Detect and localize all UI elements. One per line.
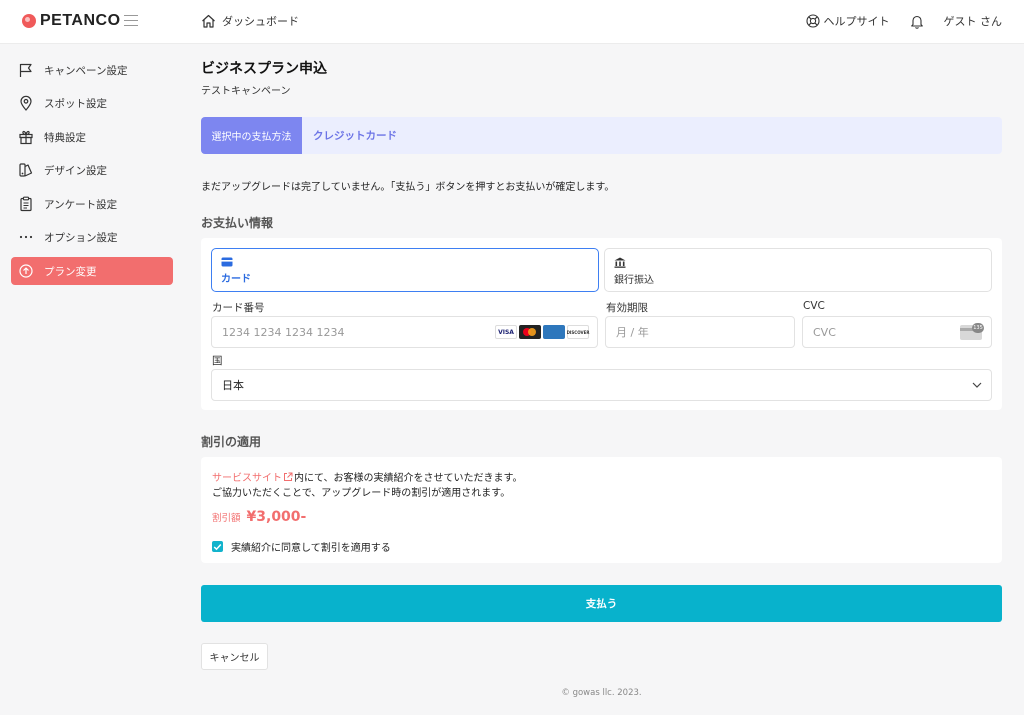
- top-header: PETANCO ダッシュボード ヘルプサイト ゲスト さん: [0, 0, 1024, 44]
- sidebar-item-benefit[interactable]: 特典設定: [11, 123, 173, 151]
- cvc-placeholder: CVC: [813, 325, 836, 339]
- sidebar-item-label: 特典設定: [44, 131, 86, 144]
- help-site-link[interactable]: ヘルプサイト: [805, 13, 890, 29]
- sidebar-item-option[interactable]: オプション設定: [11, 223, 173, 251]
- cvc-badge: 135: [972, 323, 984, 333]
- checkmark-icon: [213, 543, 222, 550]
- help-site-label: ヘルプサイト: [823, 15, 890, 28]
- consent-label: 実績紹介に同意して割引を適用する: [231, 543, 391, 554]
- tab-card-label: カード: [221, 274, 251, 285]
- map-pin-icon: [20, 95, 32, 111]
- sidebar-item-design[interactable]: デザイン設定: [11, 156, 173, 184]
- gift-icon: [19, 130, 33, 145]
- home-icon: [202, 14, 215, 28]
- user-menu[interactable]: ゲスト さん: [944, 13, 1003, 29]
- arrow-up-circle-icon: [19, 264, 33, 278]
- discount-amount: 割引額 ¥3,000-: [212, 509, 306, 525]
- expiry-placeholder: 月 / 年: [616, 326, 649, 339]
- tab-card[interactable]: カード: [211, 248, 599, 292]
- page-subtitle: テストキャンペーン: [201, 86, 291, 97]
- sidebar-item-label: デザイン設定: [44, 164, 107, 177]
- payment-info-title: お支払い情報: [201, 216, 274, 230]
- lifebuoy-icon: [805, 14, 820, 28]
- discount-title: 割引の適用: [201, 435, 262, 449]
- discount-amount-value: ¥3,000-: [246, 509, 307, 525]
- expiry-input[interactable]: 月 / 年: [605, 316, 795, 348]
- card-number-placeholder: 1234 1234 1234 1234: [222, 325, 345, 339]
- flag-icon: [19, 63, 32, 77]
- payment-method-value: クレジットカード: [313, 130, 397, 142]
- card-number-input[interactable]: 1234 1234 1234 1234 VISA DISCOVER: [211, 316, 598, 348]
- logo[interactable]: PETANCO: [22, 12, 121, 30]
- credit-card-icon: [221, 257, 233, 267]
- sidebar-item-label: プラン変更: [44, 265, 97, 278]
- upgrade-notice: まだアップグレードは完了していません。「支払う」ボタンを押すとお支払いが確定しま…: [201, 182, 615, 193]
- expiry-label: 有効期限: [606, 302, 648, 314]
- sidebar-item-label: スポット設定: [44, 97, 107, 110]
- tab-bank-label: 銀行振込: [614, 275, 654, 286]
- discount-amount-label: 割引額: [212, 513, 241, 524]
- cvc-label: CVC: [803, 300, 825, 312]
- sidebar: キャンペーン設定 スポット設定 特典設定 デザイン設定 アンケート設定 オプショ…: [0, 45, 184, 715]
- bank-icon: [614, 257, 626, 268]
- clipboard-icon: [20, 196, 32, 212]
- sidebar-item-plan-change[interactable]: プラン変更: [11, 257, 173, 285]
- payment-method-label: 選択中の支払方法: [201, 117, 302, 154]
- palette-icon: [19, 163, 33, 177]
- bell-icon[interactable]: [910, 14, 924, 29]
- sidebar-item-label: キャンペーン設定: [44, 64, 128, 77]
- mastercard-logo-icon: [519, 325, 541, 339]
- breadcrumb-dashboard: ダッシュボード: [222, 15, 299, 28]
- external-link-icon: [284, 472, 293, 481]
- card-number-label: カード番号: [212, 302, 265, 314]
- discount-line-1: サービスサイト 内にて、お客様の実績紹介をさせていただきます。: [212, 469, 523, 484]
- pay-button[interactable]: 支払う: [201, 585, 1002, 622]
- more-dots-icon: [19, 235, 33, 239]
- logo-text: PETANCO: [40, 12, 121, 29]
- footer-copyright: © gowas llc. 2023.: [561, 688, 642, 698]
- selected-payment-method: 選択中の支払方法 クレジットカード: [201, 117, 1002, 154]
- discount-card: サービスサイト 内にて、お客様の実績紹介をさせていただきます。 ご協力いただくこ…: [201, 457, 1002, 563]
- country-select[interactable]: 日本: [211, 369, 992, 401]
- sidebar-item-campaign[interactable]: キャンペーン設定: [11, 56, 173, 84]
- hamburger-menu-icon[interactable]: [124, 15, 138, 27]
- service-site-link[interactable]: サービスサイト: [212, 469, 282, 484]
- sidebar-item-survey[interactable]: アンケート設定: [11, 190, 173, 218]
- sidebar-item-spot[interactable]: スポット設定: [11, 89, 173, 117]
- breadcrumb[interactable]: ダッシュボード: [201, 13, 299, 29]
- consent-checkbox[interactable]: [212, 541, 223, 552]
- tab-bank-transfer[interactable]: 銀行振込: [604, 248, 992, 292]
- country-value: 日本: [222, 379, 244, 392]
- sidebar-item-label: オプション設定: [44, 231, 118, 244]
- page-title: ビジネスプラン申込: [201, 61, 327, 77]
- visa-logo-icon: VISA: [495, 325, 517, 339]
- discount-line-1-text: 内にて、お客様の実績紹介をさせていただきます。: [294, 473, 523, 484]
- discover-logo-icon: DISCOVER: [567, 325, 589, 339]
- cvc-input[interactable]: CVC 135: [802, 316, 992, 348]
- header-right: ヘルプサイト ゲスト さん: [805, 13, 1003, 29]
- payment-info-card: カード 銀行振込 カード番号 1234 1234 1234 1234 VISA …: [201, 238, 1002, 410]
- card-brands: VISA DISCOVER: [495, 325, 589, 339]
- chevron-down-icon: [972, 382, 982, 388]
- logo-mark-icon: [22, 14, 36, 28]
- amex-logo-icon: [543, 325, 565, 339]
- cancel-button[interactable]: キャンセル: [201, 643, 268, 670]
- consent-checkbox-row[interactable]: 実績紹介に同意して割引を適用する: [212, 539, 391, 554]
- cvc-card-icon: 135: [960, 323, 984, 340]
- sidebar-item-label: アンケート設定: [44, 198, 118, 211]
- country-label: 国: [212, 355, 223, 367]
- discount-line-2: ご協力いただくことで、アップグレード時の割引が適用されます。: [212, 488, 511, 499]
